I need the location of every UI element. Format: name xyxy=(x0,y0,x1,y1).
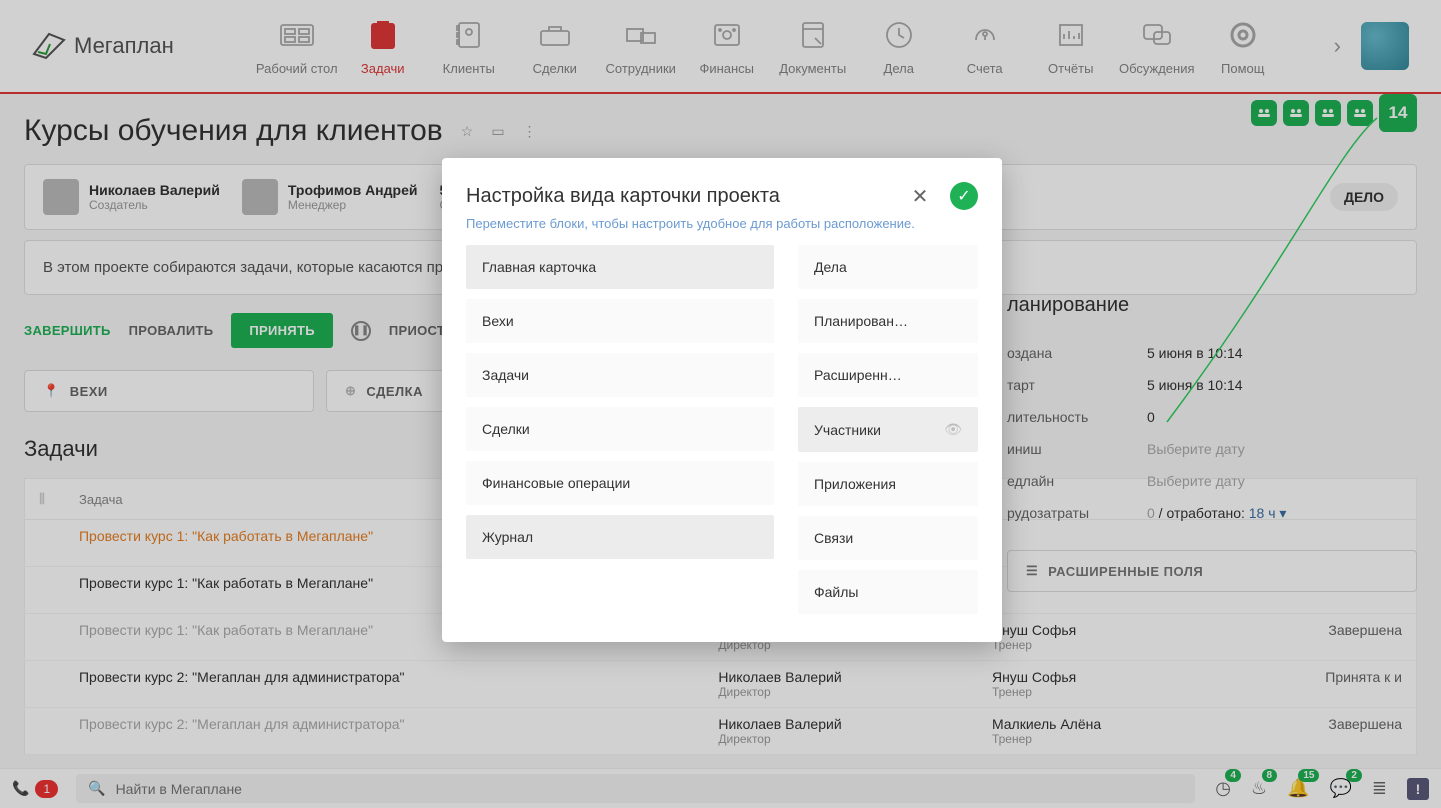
card-layout-modal: Настройка вида карточки проекта ✕ ✓ Пере… xyxy=(442,158,1002,642)
layout-block[interactable]: Финансовые операции xyxy=(466,461,774,505)
layout-block[interactable]: Приложения xyxy=(798,462,978,506)
layout-block[interactable]: Связи xyxy=(798,516,978,560)
layout-block[interactable]: Главная карточка xyxy=(466,245,774,289)
layout-block[interactable]: Вехи xyxy=(466,299,774,343)
layout-block[interactable]: Файлы xyxy=(798,570,978,614)
layout-block[interactable]: Задачи xyxy=(466,353,774,397)
modal-subtitle: Переместите блоки, чтобы настроить удобн… xyxy=(466,216,978,231)
layout-block[interactable]: Дела xyxy=(798,245,978,289)
layout-block[interactable]: Расширенн… xyxy=(798,353,978,397)
layout-block[interactable]: Сделки xyxy=(466,407,774,451)
layout-block[interactable]: Журнал xyxy=(466,515,774,559)
modal-confirm-button[interactable]: ✓ xyxy=(950,182,978,210)
layout-block[interactable]: Планирован… xyxy=(798,299,978,343)
layout-block[interactable]: Участники👁 xyxy=(798,407,978,452)
modal-title: Настройка вида карточки проекта xyxy=(466,185,906,208)
modal-close-button[interactable]: ✕ xyxy=(906,182,934,210)
visibility-toggle-icon[interactable]: 👁 xyxy=(944,421,962,438)
